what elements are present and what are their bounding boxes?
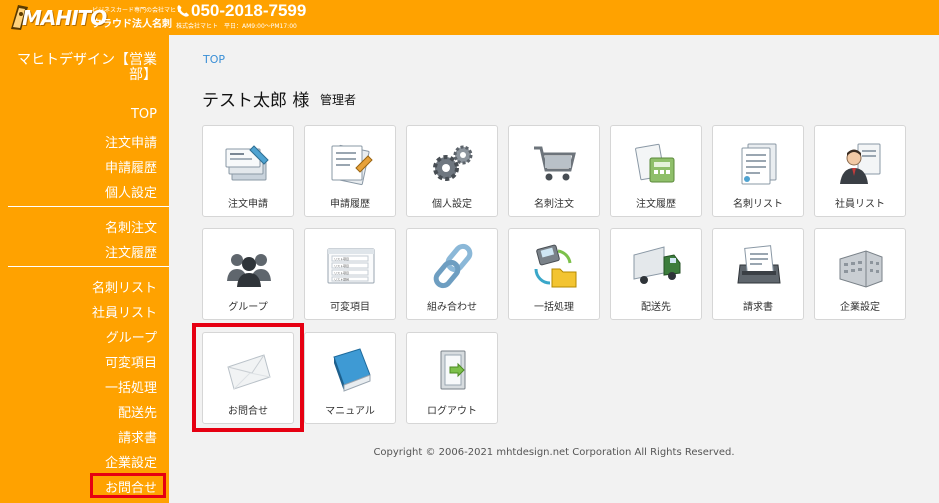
gears-icon [433, 145, 473, 181]
list-item-label: リスト項目 [334, 277, 349, 282]
breadcrumb[interactable]: TOP [203, 53, 225, 66]
logo-tagline: ビジネスカード専門の会社マヒト [92, 7, 183, 14]
tile-label: 請求書 [743, 302, 773, 313]
contact-tile-highlight [192, 323, 304, 432]
invoice-icon [737, 245, 781, 284]
tile-request-history[interactable]: 申請履歴 [304, 125, 396, 217]
manual-icon [333, 348, 371, 392]
header: MAHITO ビジネスカード専門の会社マヒト クラウド法人名刺 050-2018… [0, 0, 939, 35]
batch-icon [534, 244, 577, 288]
tile-label: ログアウト [427, 406, 477, 417]
tile-personal-settings[interactable]: 個人設定 [406, 125, 498, 217]
main-content: TOP テスト太郎 様 管理者 注文申請 申請履歴 個人設定 名刺注文 注文履歴… [169, 35, 939, 503]
tile-invoice[interactable]: 請求書 [712, 228, 804, 320]
sidebar-item-order-history[interactable]: 注文履歴 [105, 242, 157, 261]
tile-batch-processing[interactable]: 一括処理 [508, 228, 600, 320]
sidebar-item-company-settings[interactable]: 企業設定 [105, 452, 157, 471]
sidebar-item-employee-list[interactable]: 社員リスト [92, 302, 157, 321]
tile-order-request[interactable]: 注文申請 [202, 125, 294, 217]
tile-logout[interactable]: ログアウト [406, 332, 498, 424]
tile-label: マニュアル [325, 406, 375, 417]
sidebar-item-variable-items[interactable]: 可変項目 [105, 352, 157, 371]
sidebar-item-delivery[interactable]: 配送先 [118, 402, 157, 421]
tile-manual[interactable]: マニュアル [304, 332, 396, 424]
list-item-label: リスト項目 [334, 256, 349, 261]
phone-number: 050-2018-7599 [191, 1, 307, 20]
phone-icon [177, 5, 189, 17]
tile-variable-items[interactable]: リスト項目 リスト項目 リスト項目 リスト項目 可変項目 [304, 228, 396, 320]
variable-items-icon: リスト項目 リスト項目 リスト項目 リスト項目 [327, 248, 375, 284]
sidebar-divider [8, 206, 169, 207]
copyright: Copyright © 2006-2021 mhtdesign.net Corp… [373, 447, 735, 458]
tile-label: 申請履歴 [330, 199, 370, 210]
sidebar-item-card-order[interactable]: 名刺注文 [105, 217, 157, 236]
order-request-icon [225, 145, 269, 181]
building-icon [839, 250, 883, 288]
business-hours: 株式会社マヒト 平日：AM9:00〜PM17:00 [176, 23, 297, 30]
truck-icon [633, 246, 681, 284]
tile-label: グループ [228, 302, 268, 313]
request-history-icon [331, 144, 373, 186]
sidebar-contact-highlight [90, 473, 166, 498]
sidebar-item-request-history[interactable]: 申請履歴 [105, 157, 157, 176]
list-item-label: リスト項目 [334, 263, 349, 268]
tile-label: 組み合わせ [427, 302, 477, 313]
sidebar-divider [8, 266, 169, 267]
employee-icon [840, 143, 881, 184]
tile-label: 社員リスト [835, 199, 885, 210]
list-item-label: リスト項目 [334, 270, 349, 275]
sidebar-item-top[interactable]: TOP [131, 107, 157, 122]
tile-card-order[interactable]: 名刺注文 [508, 125, 600, 217]
tile-label: 名刺注文 [534, 199, 574, 210]
link-icon [433, 243, 473, 289]
group-icon [227, 254, 271, 287]
company-name: マヒトデザイン【営業部】 [17, 52, 157, 83]
tile-order-history[interactable]: 注文履歴 [610, 125, 702, 217]
user-greeting: テスト太郎 様 [202, 91, 310, 111]
tile-label: 一括処理 [534, 302, 574, 313]
tile-combination[interactable]: 組み合わせ [406, 228, 498, 320]
user-role: 管理者 [320, 93, 357, 107]
sidebar-item-order-request[interactable]: 注文申請 [105, 132, 157, 151]
tile-label: 可変項目 [330, 302, 370, 313]
sidebar-item-batch[interactable]: 一括処理 [105, 377, 157, 396]
tile-card-list[interactable]: 名刺リスト [712, 125, 804, 217]
sidebar-item-group[interactable]: グループ [106, 327, 157, 346]
tile-company-settings[interactable]: 企業設定 [814, 228, 906, 320]
sidebar-item-card-list[interactable]: 名刺リスト [92, 277, 157, 296]
card-list-icon [741, 143, 777, 185]
logo[interactable]: MAHITO ビジネスカード専門の会社マヒト クラウド法人名刺 [8, 3, 182, 33]
order-history-icon [635, 143, 675, 183]
tile-employee-list[interactable]: 社員リスト [814, 125, 906, 217]
logout-icon [440, 350, 466, 390]
logo-subtitle: クラウド法人名刺 [92, 19, 172, 30]
tile-label: 配送先 [641, 302, 671, 313]
tile-label: 個人設定 [432, 199, 472, 210]
cart-icon [534, 146, 576, 181]
sidebar-item-personal-settings[interactable]: 個人設定 [105, 182, 157, 201]
tile-label: 注文履歴 [636, 199, 676, 210]
tile-delivery[interactable]: 配送先 [610, 228, 702, 320]
tile-label: 名刺リスト [733, 199, 783, 210]
sidebar: マヒトデザイン【営業部】 TOP 注文申請 申請履歴 個人設定 名刺注文 注文履… [0, 35, 169, 503]
sidebar-item-invoice[interactable]: 請求書 [118, 427, 157, 446]
tile-label: 企業設定 [840, 302, 880, 313]
tile-label: 注文申請 [228, 199, 268, 210]
tile-group[interactable]: グループ [202, 228, 294, 320]
